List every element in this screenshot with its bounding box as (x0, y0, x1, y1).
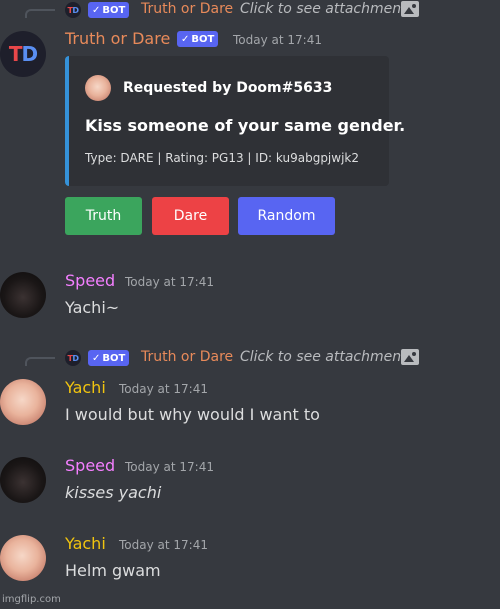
avatar[interactable] (0, 457, 46, 503)
reply-author-name[interactable]: Truth or Dare (141, 349, 233, 365)
truth-button[interactable]: Truth (65, 197, 142, 235)
timestamp: Today at 17:41 (119, 382, 208, 396)
timestamp: Today at 17:41 (119, 538, 208, 552)
embed: Requested by Doom#5633 Kiss someone of y… (65, 56, 405, 186)
reply-connector (25, 357, 55, 366)
message-text: Helm gwam (65, 561, 161, 580)
random-button[interactable]: Random (238, 197, 335, 235)
bot-tag: ✓ BOT (177, 31, 219, 47)
embed-footer: Type: DARE | Rating: PG13 | ID: ku9abgpj… (85, 151, 360, 165)
author-name[interactable]: Speed (65, 271, 115, 290)
timestamp: Today at 17:41 (125, 460, 214, 474)
check-icon: ✓ (92, 4, 101, 16)
embed-author: Requested by Doom#5633 (123, 80, 333, 96)
image-icon (401, 349, 419, 365)
avatar[interactable] (0, 272, 46, 318)
reply-avatar[interactable]: TD (65, 2, 81, 18)
dare-button[interactable]: Dare (152, 197, 229, 235)
bot-tag: ✓ BOT (88, 2, 130, 18)
message-text: I would but why would I want to (65, 405, 320, 424)
reply-author-name[interactable]: Truth or Dare (141, 1, 233, 17)
timestamp: Today at 17:41 (125, 275, 214, 289)
message-text: Yachi~ (65, 298, 120, 317)
reply-preview-text[interactable]: Click to see attachment (240, 1, 407, 17)
embed-author-avatar (85, 75, 111, 101)
author-name[interactable]: Speed (65, 456, 115, 475)
image-icon (401, 1, 419, 17)
bot-tag: ✓ BOT (88, 350, 130, 366)
reply-avatar[interactable]: TD (65, 350, 81, 366)
author-name[interactable]: Truth or Dare (65, 29, 170, 48)
timestamp: Today at 17:41 (233, 33, 322, 47)
avatar[interactable] (0, 379, 46, 425)
avatar[interactable]: TD (0, 31, 46, 77)
avatar[interactable] (0, 535, 46, 581)
embed-title: Kiss someone of your same gender. (85, 116, 406, 135)
reply-preview-text[interactable]: Click to see attachment (240, 349, 407, 365)
check-icon: ✓ (181, 33, 190, 45)
author-name[interactable]: Yachi (65, 378, 106, 397)
reply-connector (25, 9, 55, 18)
watermark: imgflip.com (2, 594, 61, 605)
check-icon: ✓ (92, 352, 101, 364)
author-name[interactable]: Yachi (65, 534, 106, 553)
message-text: kisses yachi (65, 483, 162, 502)
